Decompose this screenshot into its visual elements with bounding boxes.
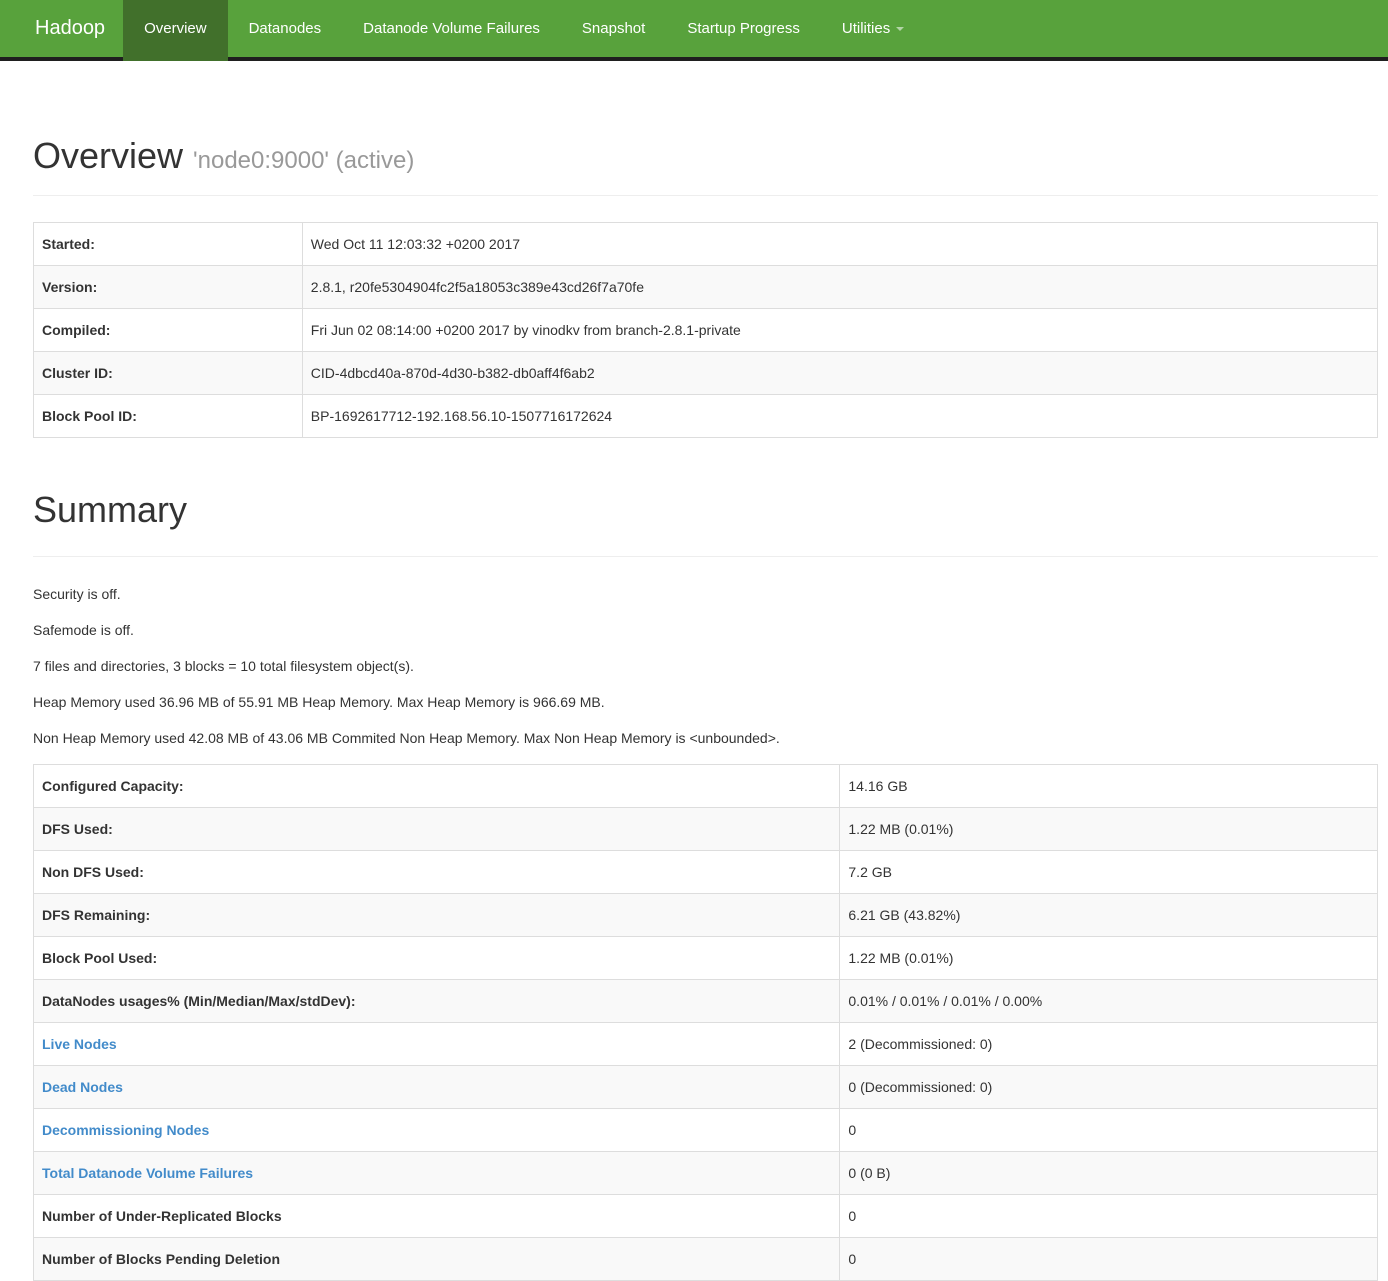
summary-value: 0.01% / 0.01% / 0.01% / 0.00%	[840, 980, 1378, 1023]
page-content: Overview 'node0:9000' (active) Started: …	[33, 133, 1378, 1281]
summary-heading: Summary	[33, 487, 1378, 532]
nav-item-label: Startup Progress	[687, 20, 800, 37]
info-value: Fri Jun 02 08:14:00 +0200 2017 by vinodk…	[302, 309, 1377, 352]
summary-paragraph: 7 files and directories, 3 blocks = 10 t…	[33, 656, 1378, 676]
nav-item-utilities[interactable]: Utilities	[821, 0, 925, 57]
cluster-info-table-body: Started: Wed Oct 11 12:03:32 +0200 2017 …	[34, 223, 1378, 438]
nav-item: Startup Progress	[666, 0, 821, 61]
summary-row-total-datanode-volume-failures: Total Datanode Volume Failures 0 (0 B)	[34, 1152, 1378, 1195]
summary-row-decommissioning-nodes: Decommissioning Nodes 0	[34, 1109, 1378, 1152]
nav-item-snapshot[interactable]: Snapshot	[561, 0, 666, 57]
summary-table: Configured Capacity: 14.16 GB DFS Used: …	[33, 764, 1378, 1281]
nav-item: Datanode Volume Failures	[342, 0, 561, 61]
nav-item-label: Snapshot	[582, 20, 645, 37]
summary-label-configured-capacity: Configured Capacity:	[42, 778, 184, 794]
summary-paragraph: Security is off.	[33, 584, 1378, 604]
summary-row-dfs-used: DFS Used: 1.22 MB (0.01%)	[34, 808, 1378, 851]
summary-value: 0	[840, 1109, 1378, 1152]
page-title: Overview 'node0:9000' (active)	[33, 133, 1378, 178]
summary-label-non-dfs-used: Non DFS Used:	[42, 864, 144, 880]
summary-paragraph: Non Heap Memory used 42.08 MB of 43.06 M…	[33, 728, 1378, 748]
info-value: 2.8.1, r20fe5304904fc2f5a18053c389e43cd2…	[302, 266, 1377, 309]
nav-item-datanodes[interactable]: Datanodes	[228, 0, 343, 57]
cluster-info-table: Started: Wed Oct 11 12:03:32 +0200 2017 …	[33, 222, 1378, 438]
info-row-started: Started: Wed Oct 11 12:03:32 +0200 2017	[34, 223, 1378, 266]
top-navbar: Hadoop Overview Datanodes Datanode Volum…	[0, 0, 1388, 61]
summary-label-number-of-blocks-pending-deletion: Number of Blocks Pending Deletion	[42, 1251, 280, 1267]
summary-value: 7.2 GB	[840, 851, 1378, 894]
summary-label-block-pool-used: Block Pool Used:	[42, 950, 157, 966]
info-row-cluster-id: Cluster ID: CID-4dbcd40a-870d-4d30-b382-…	[34, 352, 1378, 395]
summary-value: 14.16 GB	[840, 765, 1378, 808]
summary-value: 2 (Decommissioned: 0)	[840, 1023, 1378, 1066]
info-value: Wed Oct 11 12:03:32 +0200 2017	[302, 223, 1377, 266]
nav-item: Snapshot	[561, 0, 666, 61]
summary-row-datanodes-usages-min-median-max-stddev: DataNodes usages% (Min/Median/Max/stdDev…	[34, 980, 1378, 1023]
info-row-version: Version: 2.8.1, r20fe5304904fc2f5a18053c…	[34, 266, 1378, 309]
info-label-version: Version:	[34, 266, 303, 309]
page-title-text: Overview	[33, 135, 183, 176]
summary-row-dfs-remaining: DFS Remaining: 6.21 GB (43.82%)	[34, 894, 1378, 937]
nav-item: Overview	[123, 0, 228, 61]
summary-row-number-of-blocks-pending-deletion: Number of Blocks Pending Deletion 0	[34, 1238, 1378, 1281]
summary-row-configured-capacity: Configured Capacity: 14.16 GB	[34, 765, 1378, 808]
navbar-brand[interactable]: Hadoop	[0, 0, 123, 57]
nav-item-label: Datanode Volume Failures	[363, 20, 540, 37]
summary-page-header: Summary	[33, 487, 1378, 557]
summary-value: 6.21 GB (43.82%)	[840, 894, 1378, 937]
summary-row-number-of-under-replicated-blocks: Number of Under-Replicated Blocks 0	[34, 1195, 1378, 1238]
info-label-compiled: Compiled:	[34, 309, 303, 352]
nav-item-startup-progress[interactable]: Startup Progress	[666, 0, 821, 57]
summary-value: 0	[840, 1238, 1378, 1281]
nav-item-label: Overview	[144, 20, 207, 37]
summary-label-dfs-remaining: DFS Remaining:	[42, 907, 150, 923]
summary-value: 0 (Decommissioned: 0)	[840, 1066, 1378, 1109]
info-label-cluster-id: Cluster ID:	[34, 352, 303, 395]
info-label-block-pool-id: Block Pool ID:	[34, 395, 303, 438]
summary-row-dead-nodes: Dead Nodes 0 (Decommissioned: 0)	[34, 1066, 1378, 1109]
summary-paragraphs: Security is off. Safemode is off. 7 file…	[33, 584, 1378, 748]
summary-label-decommissioning-nodes[interactable]: Decommissioning Nodes	[42, 1122, 209, 1138]
info-row-compiled: Compiled: Fri Jun 02 08:14:00 +0200 2017…	[34, 309, 1378, 352]
summary-paragraph: Heap Memory used 36.96 MB of 55.91 MB He…	[33, 692, 1378, 712]
info-value: BP-1692617712-192.168.56.10-150771617262…	[302, 395, 1377, 438]
summary-value: 0 (0 B)	[840, 1152, 1378, 1195]
caret-down-icon	[896, 27, 904, 31]
summary-label-total-datanode-volume-failures[interactable]: Total Datanode Volume Failures	[42, 1165, 253, 1181]
nav-item: Datanodes	[228, 0, 343, 61]
nav-item-overview[interactable]: Overview	[123, 0, 228, 61]
info-value: CID-4dbcd40a-870d-4d30-b382-db0aff4f6ab2	[302, 352, 1377, 395]
summary-label-dead-nodes[interactable]: Dead Nodes	[42, 1079, 123, 1095]
nav-item: Utilities	[821, 0, 925, 61]
nav-item-label: Datanodes	[249, 20, 322, 37]
summary-label-datanodes-usages-min-median-max-stddev: DataNodes usages% (Min/Median/Max/stdDev…	[42, 993, 356, 1009]
navbar-menu: Overview Datanodes Datanode Volume Failu…	[123, 0, 925, 61]
summary-value: 1.22 MB (0.01%)	[840, 808, 1378, 851]
summary-paragraph: Safemode is off.	[33, 620, 1378, 640]
summary-row-live-nodes: Live Nodes 2 (Decommissioned: 0)	[34, 1023, 1378, 1066]
summary-label-live-nodes[interactable]: Live Nodes	[42, 1036, 117, 1052]
summary-value: 1.22 MB (0.01%)	[840, 937, 1378, 980]
info-row-block-pool-id: Block Pool ID: BP-1692617712-192.168.56.…	[34, 395, 1378, 438]
nav-item-datanode-volume-failures[interactable]: Datanode Volume Failures	[342, 0, 561, 57]
summary-row-non-dfs-used: Non DFS Used: 7.2 GB	[34, 851, 1378, 894]
info-label-started: Started:	[34, 223, 303, 266]
summary-label-number-of-under-replicated-blocks: Number of Under-Replicated Blocks	[42, 1208, 282, 1224]
summary-value: 0	[840, 1195, 1378, 1238]
overview-page-header: Overview 'node0:9000' (active)	[33, 133, 1378, 196]
page-subtitle: 'node0:9000' (active)	[193, 147, 414, 174]
summary-table-body: Configured Capacity: 14.16 GB DFS Used: …	[34, 765, 1378, 1281]
summary-label-dfs-used: DFS Used:	[42, 821, 113, 837]
nav-item-label: Utilities	[842, 20, 890, 37]
summary-row-block-pool-used: Block Pool Used: 1.22 MB (0.01%)	[34, 937, 1378, 980]
